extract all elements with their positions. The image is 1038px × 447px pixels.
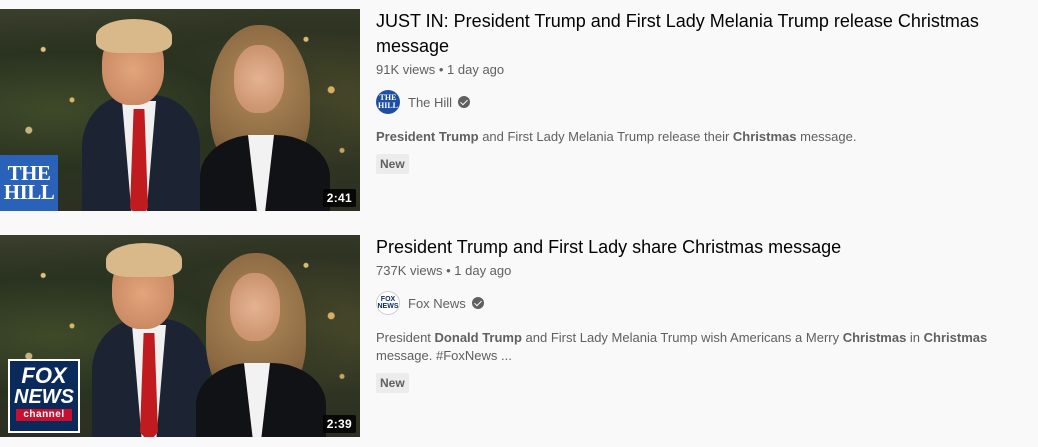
verified-check-icon	[458, 96, 471, 108]
video-result[interactable]: THE HILL 2:41 JUST IN: President Trump a…	[0, 9, 1038, 211]
video-title[interactable]: President Trump and First Lady share Chr…	[376, 235, 1016, 260]
description-highlight: Christmas	[923, 330, 988, 345]
description-text: message. #FoxNews ...	[376, 348, 512, 363]
thumbnail-person	[200, 23, 330, 211]
video-info: President Trump and First Lady share Chr…	[376, 235, 1038, 437]
separator: •	[442, 263, 455, 278]
fox-news-channel-logo: FOX NEWS channel	[8, 359, 80, 433]
video-result[interactable]: FOX NEWS channel 2:39 President Trump an…	[0, 235, 1038, 437]
channel-row: FOX NEWS Fox News	[376, 291, 1038, 315]
video-info: JUST IN: President Trump and First Lady …	[376, 9, 1038, 211]
description-text: and First Lady Melania Trump wish Americ…	[521, 330, 843, 345]
description-highlight: President Trump	[376, 129, 479, 144]
the-hill-logo: THE HILL	[0, 155, 58, 211]
description-highlight: Christmas	[732, 129, 797, 144]
new-badge: New	[376, 154, 409, 174]
video-description: President Trump and First Lady Melania T…	[376, 128, 1036, 146]
upload-age: 1 day ago	[447, 62, 505, 77]
video-thumbnail[interactable]: FOX NEWS channel 2:39	[0, 235, 360, 437]
video-metadata: 91K views • 1 day ago	[376, 62, 1038, 77]
video-description: President Donald Trump and First Lady Me…	[376, 329, 1036, 365]
description-text: message.	[796, 129, 857, 144]
channel-name[interactable]: Fox News	[408, 296, 466, 311]
channel-avatar[interactable]: FOX NEWS	[376, 291, 400, 315]
video-metadata: 737K views • 1 day ago	[376, 263, 1038, 278]
description-highlight: Christmas	[842, 330, 907, 345]
video-duration: 2:39	[322, 415, 356, 433]
thumbnail-person	[196, 251, 326, 437]
video-thumbnail[interactable]: THE HILL 2:41	[0, 9, 360, 211]
description-text: President	[376, 330, 435, 345]
view-count: 737K views	[376, 263, 443, 278]
description-highlight: Donald Trump	[434, 330, 522, 345]
channel-name[interactable]: The Hill	[408, 95, 452, 110]
thumbnail-person	[82, 17, 200, 211]
verified-check-icon	[471, 297, 484, 309]
new-badge: New	[376, 373, 409, 393]
upload-age: 1 day ago	[454, 263, 512, 278]
video-duration: 2:41	[322, 189, 356, 207]
separator: •	[435, 62, 448, 77]
description-text: in	[906, 330, 924, 345]
description-text: and First Lady Melania Trump release the…	[478, 129, 733, 144]
view-count: 91K views	[376, 62, 436, 77]
channel-row: THE HILL The Hill	[376, 90, 1038, 114]
channel-avatar[interactable]: THE HILL	[376, 90, 400, 114]
video-title[interactable]: JUST IN: President Trump and First Lady …	[376, 9, 1016, 59]
thumbnail-person	[92, 241, 210, 437]
